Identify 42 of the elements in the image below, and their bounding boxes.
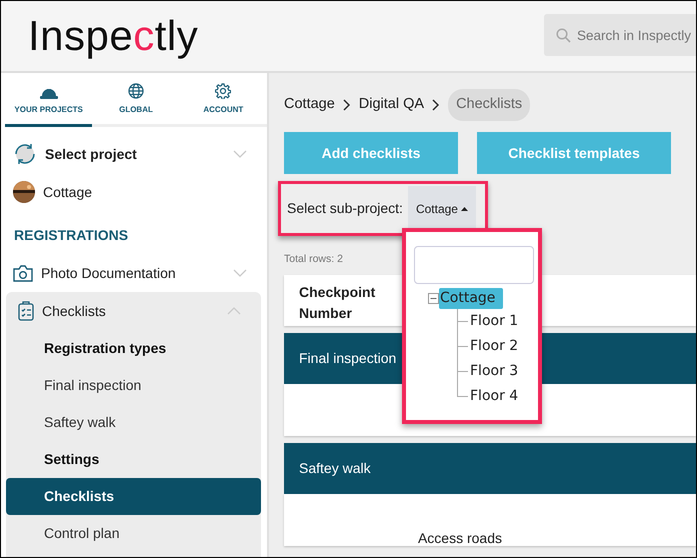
project-selector[interactable]: Select project [1, 135, 267, 173]
helmet-icon [40, 87, 58, 99]
tree-item[interactable]: Floor 4 [469, 386, 526, 407]
tree-item[interactable]: Cottage [439, 288, 504, 309]
field-label: Select sub-project: [287, 199, 403, 218]
submenu-heading: Settings [43, 450, 100, 469]
collapse-icon[interactable] [428, 293, 439, 304]
refresh-icon [13, 142, 37, 166]
project-name[interactable]: Cottage [43, 182, 92, 202]
sidebar-tab[interactable]: ACCOUNT [180, 73, 267, 127]
submenu-item[interactable]: Checklists [6, 478, 261, 515]
tree-item[interactable]: Floor 3 [469, 361, 526, 382]
chevron-icon [432, 99, 440, 111]
globe-icon [128, 83, 144, 99]
breadcrumb-item[interactable]: Cottage [284, 94, 335, 116]
sidebar-tab[interactable]: GLOBAL [92, 73, 180, 127]
sidebar-tab[interactable]: YOUR PROJECTS [5, 73, 92, 127]
logo: Inspectly [28, 15, 198, 57]
menu-item[interactable]: Photo Documentation [1, 254, 267, 292]
submenu-item[interactable]: Final inspection [6, 367, 261, 404]
camera-icon [13, 264, 33, 282]
tree-item[interactable]: Floor 2 [469, 336, 526, 357]
tree-item[interactable]: Floor 1 [469, 311, 526, 332]
group-title: Saftey walk [299, 459, 371, 478]
column-header: Checkpoint Number [299, 283, 376, 323]
gear-icon [215, 83, 232, 99]
filter-field[interactable] [414, 246, 534, 284]
group-title: Final inspection [299, 349, 396, 368]
submenu-heading: Registration types [43, 339, 168, 358]
menu-item[interactable]: Checklists [6, 292, 261, 330]
table-cell: Access roads [418, 530, 502, 546]
submenu-item[interactable]: Control plan [6, 515, 261, 552]
section-title: REGISTRATIONS [13, 226, 130, 245]
search-field[interactable]: Search in Inspectly [544, 14, 696, 56]
chevron-icon [342, 99, 351, 111]
breadcrumb-item: Checklists [448, 89, 530, 121]
subproject-select[interactable]: Cottage [408, 186, 476, 231]
search-icon [556, 28, 571, 43]
submenu-item[interactable]: Saftey walk [6, 404, 261, 441]
total-rows: Total rows: 2 [284, 252, 696, 266]
breadcrumb-item[interactable]: Digital QA [358, 94, 424, 116]
clipboard-icon [18, 301, 34, 321]
